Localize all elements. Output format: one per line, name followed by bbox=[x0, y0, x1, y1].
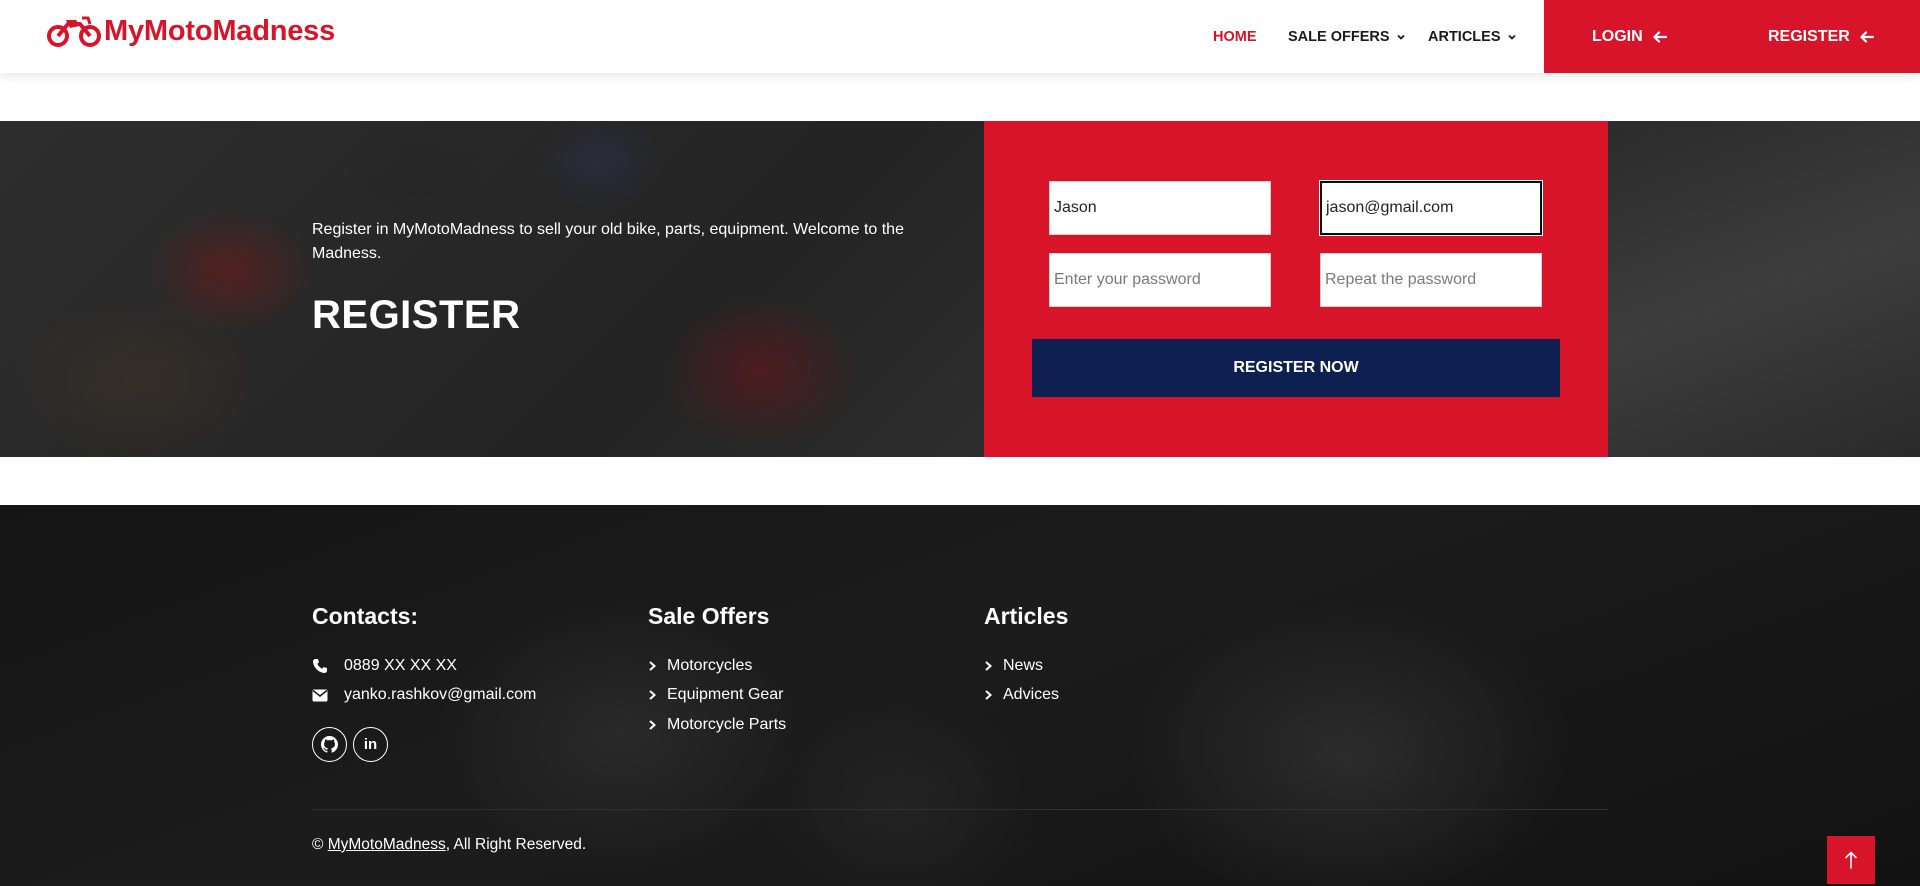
footer-link-advices[interactable]: Advices bbox=[984, 686, 1059, 704]
contact-phone-text: 0889 XX XX XX bbox=[344, 657, 457, 674]
name-field[interactable] bbox=[1049, 181, 1271, 235]
linkedin-icon[interactable]: in bbox=[353, 727, 388, 762]
contact-phone: 0889 XX XX XX bbox=[312, 657, 457, 675]
footer-divider bbox=[312, 809, 1608, 810]
footer-link-motorcycle-parts[interactable]: Motorcycle Parts bbox=[648, 716, 786, 734]
nav-home[interactable]: HOME bbox=[1213, 0, 1257, 73]
nav-sale-offers-label: SALE OFFERS bbox=[1288, 28, 1390, 45]
social-links: in bbox=[312, 727, 388, 762]
nav-home-label: HOME bbox=[1213, 28, 1257, 45]
nav-articles-label: ARTICLES bbox=[1428, 28, 1501, 45]
login-button[interactable]: LOGIN bbox=[1592, 0, 1667, 73]
register-button[interactable]: REGISTER bbox=[1768, 0, 1874, 73]
logo-text: MyMotoMadness bbox=[104, 14, 336, 47]
github-icon[interactable] bbox=[312, 727, 347, 762]
chevron-right-icon bbox=[649, 690, 657, 700]
register-now-button[interactable]: REGISTER NOW bbox=[1032, 339, 1560, 397]
chevron-right-icon bbox=[649, 661, 657, 671]
arrow-up-icon bbox=[1845, 851, 1857, 869]
arrow-left-icon bbox=[1860, 30, 1874, 43]
contact-email-text[interactable]: yanko.rashkov@gmail.com bbox=[344, 686, 536, 704]
linkedin-glyph: in bbox=[363, 736, 378, 753]
password-field[interactable] bbox=[1049, 253, 1271, 307]
email-field[interactable] bbox=[1319, 180, 1543, 236]
copyright-suffix: , All Right Reserved. bbox=[445, 836, 587, 853]
page-title: REGISTER bbox=[312, 293, 521, 337]
site-footer: Contacts: 0889 XX XX XX yanko.rashkov@gm… bbox=[0, 505, 1920, 886]
register-label: REGISTER bbox=[1768, 27, 1850, 45]
footer-link-label: Motorcycles bbox=[667, 657, 753, 674]
contact-email: yanko.rashkov@gmail.com bbox=[312, 686, 536, 704]
contacts-heading: Contacts: bbox=[312, 603, 419, 629]
footer-link-label: Motorcycle Parts bbox=[667, 716, 787, 733]
copyright: © MyMotoMadness, All Right Reserved. bbox=[312, 836, 586, 854]
footer-link-motorcycles[interactable]: Motorcycles bbox=[648, 657, 752, 675]
footer-link-equipment-gear[interactable]: Equipment Gear bbox=[648, 686, 784, 704]
footer-link-label: Equipment Gear bbox=[667, 686, 784, 703]
site-header: MyMotoMadness HOME SALE OFFERS ARTICLES … bbox=[0, 0, 1920, 73]
chevron-right-icon bbox=[985, 661, 993, 671]
arrow-left-icon bbox=[1653, 30, 1667, 43]
sale-offers-heading: Sale Offers bbox=[648, 603, 770, 629]
footer-link-label: Advices bbox=[1003, 686, 1060, 703]
motorcycle-icon bbox=[47, 16, 101, 47]
phone-icon bbox=[312, 658, 344, 674]
login-label: LOGIN bbox=[1592, 27, 1643, 45]
envelope-icon bbox=[312, 689, 344, 702]
back-to-top-button[interactable] bbox=[1827, 836, 1875, 884]
repeat-password-field[interactable] bbox=[1320, 253, 1542, 307]
chevron-right-icon bbox=[985, 690, 993, 700]
register-form: REGISTER NOW bbox=[984, 121, 1608, 457]
register-hero: Register in MyMotoMadness to sell your o… bbox=[0, 121, 1920, 457]
footer-link-label: News bbox=[1003, 657, 1044, 674]
copyright-symbol: © bbox=[312, 836, 324, 853]
hero-subtitle: Register in MyMotoMadness to sell your o… bbox=[312, 221, 904, 262]
chevron-right-icon bbox=[649, 720, 657, 730]
hero-background-right bbox=[1608, 121, 1920, 457]
auth-box: LOGIN REGISTER bbox=[1544, 0, 1920, 73]
chevron-down-icon bbox=[1396, 34, 1405, 40]
nav-articles[interactable]: ARTICLES bbox=[1428, 0, 1517, 73]
footer-link-news[interactable]: News bbox=[984, 657, 1043, 675]
logo[interactable]: MyMotoMadness bbox=[46, 14, 335, 48]
nav-sale-offers[interactable]: SALE OFFERS bbox=[1288, 0, 1406, 73]
copyright-link[interactable]: MyMotoMadness bbox=[328, 836, 446, 853]
articles-heading: Articles bbox=[984, 603, 1069, 629]
chevron-down-icon bbox=[1507, 34, 1516, 40]
